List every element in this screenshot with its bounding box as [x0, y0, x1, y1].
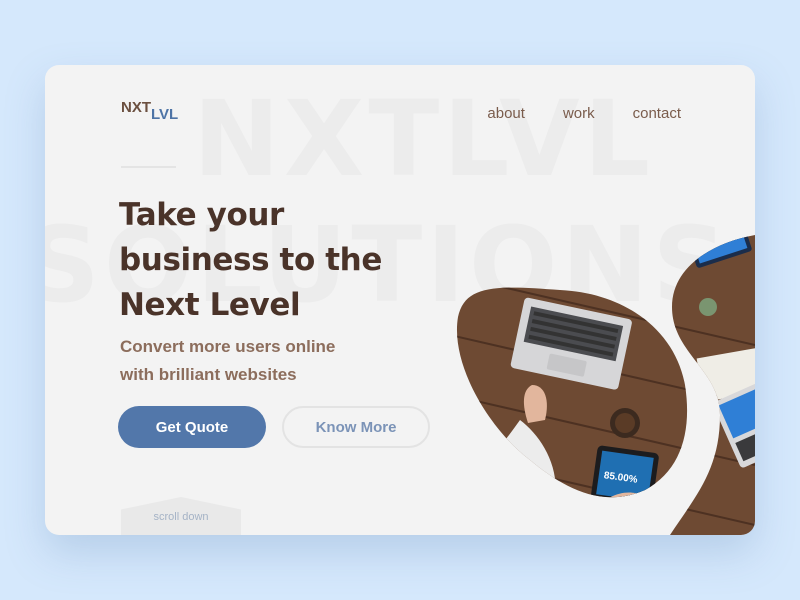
nav-contact[interactable]: contact [633, 105, 681, 122]
logo-sub: LVL [151, 106, 179, 123]
hero-subheadline: Convert more users online with brilliant… [120, 333, 335, 389]
subheadline-line-1: Convert more users online [120, 337, 336, 356]
office-desk-photo: 85.00% [456, 235, 755, 535]
get-quote-button[interactable]: Get Quote [118, 406, 266, 448]
know-more-button[interactable]: Know More [282, 406, 430, 448]
logo[interactable]: NXTLVL [121, 99, 178, 123]
hero-headline: Take your business to the Next Level [119, 193, 409, 328]
nav-work[interactable]: work [563, 105, 595, 122]
logo-divider [121, 166, 176, 168]
hero-card: NXTLVL SOLUTIONS NXTLVL about work conta… [45, 65, 755, 535]
main-nav: about work contact [487, 105, 681, 122]
headline-line-2: business to the [119, 242, 382, 278]
nav-about[interactable]: about [487, 105, 525, 122]
subheadline-line-2: with brilliant websites [120, 365, 297, 384]
logo-main: NXT [121, 99, 151, 116]
headline-line-3: Next Level [119, 287, 301, 323]
scroll-down-label: scroll down [153, 511, 209, 523]
background-watermark-nxtlvl: NXTLVL [193, 78, 654, 200]
headline-line-1: Take your [119, 197, 284, 233]
